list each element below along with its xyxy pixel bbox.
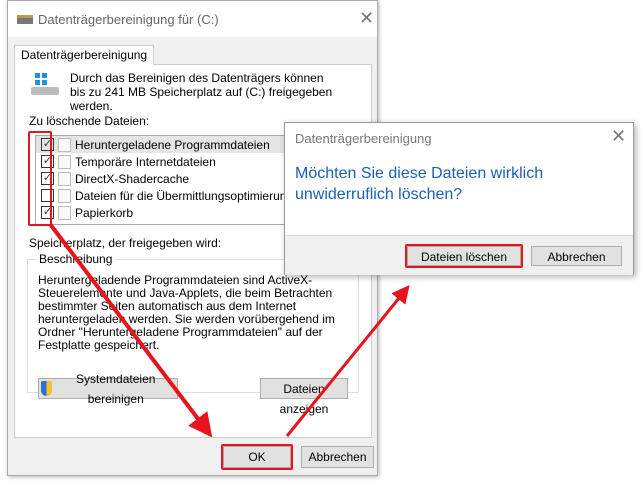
arrow-to-ok (48, 222, 213, 438)
tab-disk-cleanup[interactable]: Datenträgerbereinigung (14, 45, 155, 65)
arrow-to-delete (285, 285, 410, 437)
annotation-arrows (48, 222, 410, 438)
